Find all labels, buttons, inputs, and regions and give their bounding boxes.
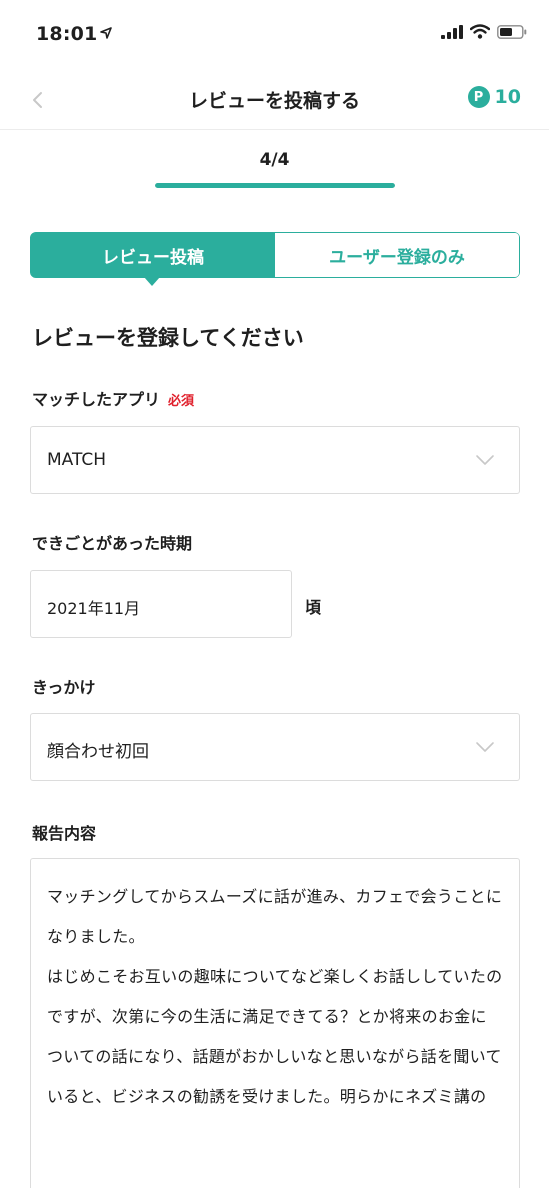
step-indicator: 4/4: [259, 150, 290, 170]
battery-icon: [497, 24, 527, 43]
period-field-label: できごとがあった時期: [32, 534, 193, 553]
points-count: 10: [494, 86, 521, 108]
nav-bar: レビューを投稿する P 10: [0, 70, 549, 130]
step-progress-fill: [155, 183, 395, 188]
step-progress-bar: [155, 183, 395, 188]
period-suffix: 頃: [305, 598, 322, 617]
chevron-down-icon: [476, 742, 494, 752]
app-select-value: MATCH: [47, 450, 107, 470]
chevron-down-icon: [476, 455, 494, 465]
app-label-text: マッチしたアプリ: [32, 390, 161, 409]
status-time-text: 18:01: [36, 23, 98, 45]
signal-icon: [441, 24, 463, 43]
section-title: レビューを登録してください: [32, 326, 304, 350]
report-textarea[interactable]: マッチングしてからスムーズに話が進み、カフェで会うことになりました。 はじめこそ…: [30, 858, 520, 1188]
app-field-label: マッチしたアプリ 必須: [32, 386, 194, 410]
report-field-label: 報告内容: [32, 824, 97, 843]
report-text: マッチングしてからスムーズに話が進み、カフェで会うことになりました。 はじめこそ…: [47, 887, 503, 1106]
trigger-select[interactable]: 顔合わせ初回: [30, 713, 520, 781]
active-tab-pointer: [144, 277, 160, 286]
points-icon: P: [467, 86, 490, 108]
tab-review-post[interactable]: レビュー投稿: [31, 233, 275, 277]
app-select[interactable]: MATCH: [30, 426, 520, 494]
required-badge: 必須: [168, 394, 195, 409]
trigger-field-label: きっかけ: [32, 678, 96, 697]
period-input[interactable]: 2021年11月: [30, 570, 292, 638]
review-mode-toggle: レビュー投稿 ユーザー登録のみ: [30, 232, 520, 278]
location-arrow-icon: [100, 27, 113, 43]
trigger-select-value: 顔合わせ初回: [47, 742, 149, 762]
status-time: 18:01: [36, 23, 113, 45]
status-icons: [441, 24, 527, 43]
status-bar: 18:01: [0, 0, 549, 70]
period-input-value: 2021年11月: [47, 599, 141, 618]
tab-user-register-only[interactable]: ユーザー登録のみ: [275, 233, 519, 277]
points-indicator[interactable]: P 10: [467, 86, 521, 108]
wifi-icon: [469, 24, 491, 43]
